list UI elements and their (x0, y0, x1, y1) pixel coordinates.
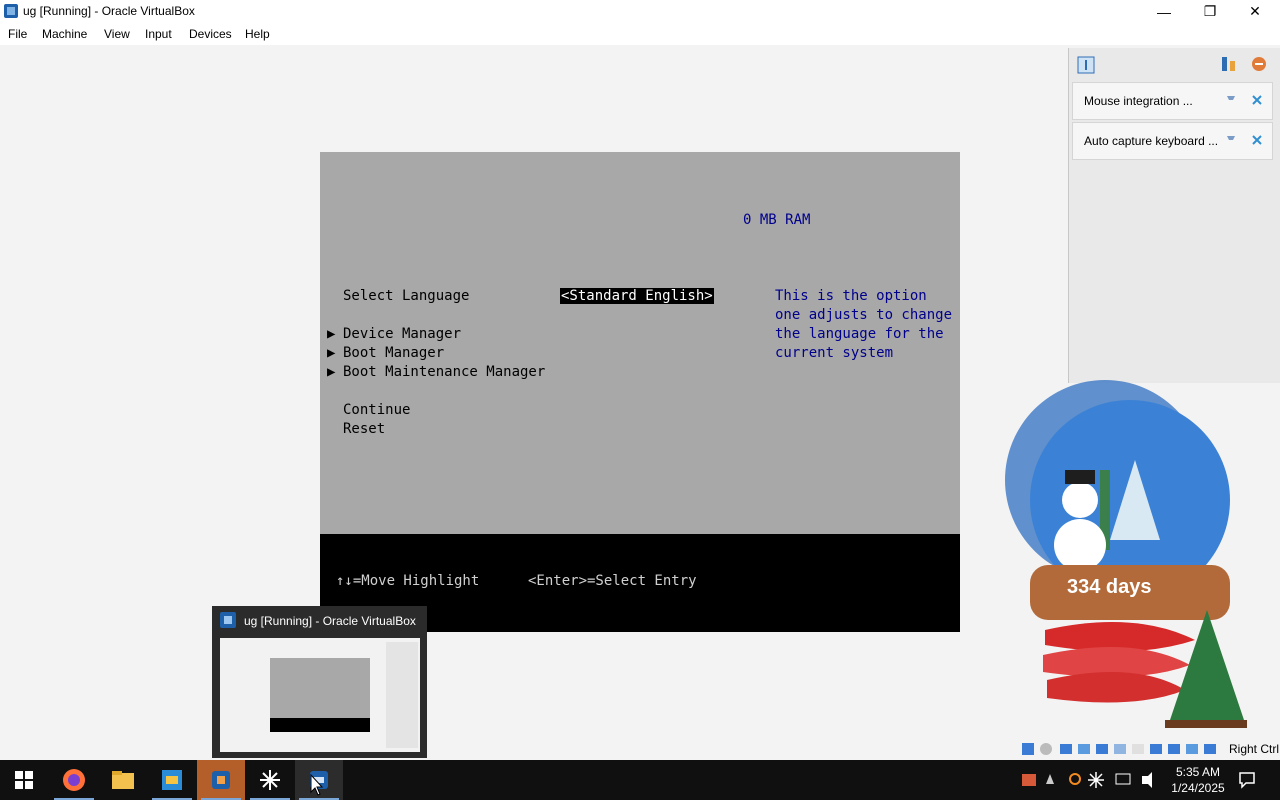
taskbar-virtualbox-active[interactable] (197, 760, 245, 800)
clock-time: 5:35 AM (1175, 765, 1221, 779)
host-key-label[interactable]: Right Ctrl (1229, 742, 1279, 756)
taskbar-clock[interactable]: 5:35 AM 1/24/2025 (1160, 764, 1236, 796)
countdown-label: 334 days (1067, 576, 1152, 598)
taskbar-file-explorer[interactable] (99, 760, 147, 800)
menu-machine[interactable]: Machine (42, 27, 87, 41)
start-button[interactable] (0, 760, 48, 800)
help-text-line: the language for the (775, 326, 944, 342)
restore-icon: ❐ (1203, 3, 1217, 19)
sort-notifications-icon[interactable] (1220, 55, 1238, 73)
taskbar-firefox[interactable] (50, 760, 98, 800)
close-icon[interactable] (1251, 94, 1263, 106)
notification-mouse-integration[interactable]: Mouse integration ... (1072, 82, 1273, 120)
notification-auto-capture-keyboard[interactable]: Auto capture keyboard ... (1072, 122, 1273, 160)
menu-file[interactable]: File (8, 27, 27, 41)
clock-date: 1/24/2025 (1171, 781, 1225, 795)
system-tray-icons[interactable] (1020, 770, 1160, 790)
firefox-icon (63, 769, 85, 791)
select-language-label: Select Language (343, 288, 470, 304)
hint-move-highlight: ↑↓=Move Highlight (336, 573, 480, 589)
restore-button[interactable]: ❐ (1187, 0, 1233, 23)
vm-screen[interactable]: 0 MB RAM Select Language <Standard Engli… (320, 152, 960, 632)
menu-bar: File Machine View Input Devices Help (0, 23, 1280, 45)
notification-label: Auto capture keyboard ... (1084, 134, 1219, 148)
window-title: ug [Running] - Oracle VirtualBox (23, 4, 195, 18)
thumbnail-image (220, 638, 420, 752)
action-center-button[interactable] (1232, 760, 1262, 800)
help-text-line: current system (775, 345, 894, 361)
notification-toolbar (1069, 48, 1280, 82)
window-titlebar[interactable]: ug [Running] - Oracle VirtualBox — ❐ ✕ (0, 0, 1280, 23)
snow-globe-widget[interactable]: 334 days (985, 380, 1247, 740)
asterisk-app-icon (260, 770, 280, 790)
minimize-button[interactable]: — (1141, 0, 1187, 23)
submenu-arrow-icon: ▶ (327, 345, 336, 361)
taskbar-asterisk-app[interactable] (246, 760, 294, 800)
ram-label: 0 MB RAM (743, 212, 811, 228)
snow-globe-icon (1005, 380, 1247, 728)
taskbar-vscode[interactable] (148, 760, 196, 800)
virtualbox-icon (220, 612, 236, 628)
menu-help[interactable]: Help (245, 27, 270, 41)
notification-center-icon[interactable] (1076, 55, 1096, 75)
file-explorer-icon (112, 771, 134, 789)
pin-icon[interactable] (1225, 94, 1237, 106)
menu-item-label: Boot Manager (343, 345, 445, 361)
vm-status-bar (1020, 741, 1225, 758)
close-icon: ✕ (1249, 3, 1261, 19)
menu-item-label: Boot Maintenance Manager (343, 364, 546, 380)
windows-start-icon (15, 771, 33, 789)
language-selector[interactable]: <Standard English> (560, 288, 714, 304)
notification-label: Mouse integration ... (1084, 94, 1193, 108)
notification-center: Mouse integration ... Auto capture keybo… (1068, 48, 1280, 383)
mouse-cursor-icon (310, 774, 324, 796)
help-text-line: This is the option (775, 288, 927, 304)
pin-icon[interactable] (1225, 134, 1237, 146)
reset-action[interactable]: Reset (343, 421, 385, 437)
menu-view[interactable]: View (104, 27, 130, 41)
thumbnail-title: ug [Running] - Oracle VirtualBox (244, 614, 416, 628)
close-icon[interactable] (1251, 134, 1263, 146)
continue-action[interactable]: Continue (343, 402, 410, 418)
virtualbox-icon (212, 771, 230, 789)
dismiss-all-icon[interactable] (1250, 55, 1268, 73)
minimize-icon: — (1157, 3, 1171, 20)
close-button[interactable]: ✕ (1232, 0, 1278, 23)
vscode-icon (162, 770, 182, 790)
taskbar-thumbnail-preview[interactable]: ug [Running] - Oracle VirtualBox (212, 606, 427, 758)
virtualbox-icon (4, 4, 18, 18)
taskbar: 5:35 AM 1/24/2025 (0, 760, 1280, 800)
hint-select-entry: <Enter>=Select Entry (528, 573, 697, 589)
menu-input[interactable]: Input (145, 27, 172, 41)
device-status-icons[interactable] (1020, 741, 1225, 758)
submenu-arrow-icon: ▶ (327, 364, 336, 380)
notification-icon (1239, 772, 1255, 789)
submenu-arrow-icon: ▶ (327, 326, 336, 342)
menu-item-label: Device Manager (343, 326, 462, 342)
menu-devices[interactable]: Devices (189, 27, 232, 41)
help-text-line: one adjusts to change (775, 307, 953, 323)
